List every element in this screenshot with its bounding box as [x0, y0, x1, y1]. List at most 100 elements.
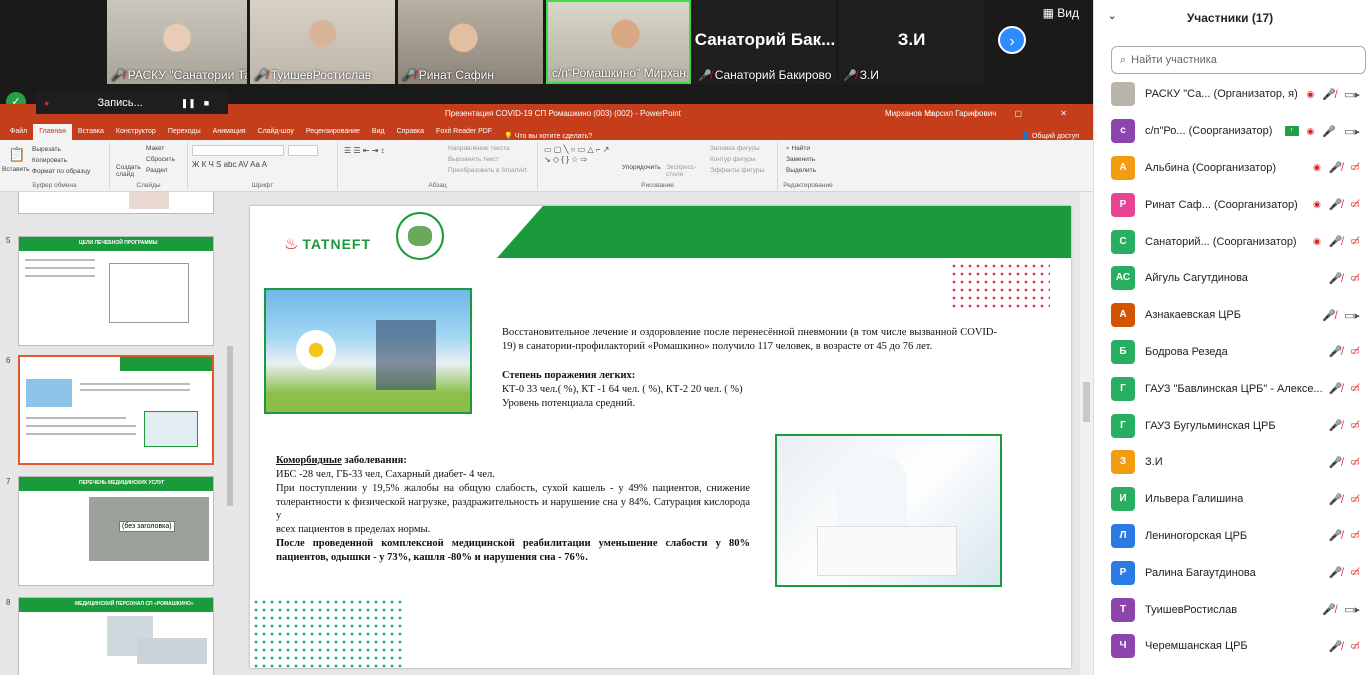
share-button[interactable]: 👤 Общий доступ [1021, 132, 1093, 140]
tab-view[interactable]: Вид [366, 124, 391, 140]
participant-row[interactable]: Р Ралина Багаутдинова 🎤̸ ▭̸ [1094, 554, 1366, 591]
align-text-button[interactable]: Выровнять текст [448, 156, 499, 163]
tab-insert[interactable]: Вставка [72, 124, 110, 140]
view-button[interactable]: ▦ Вид [1043, 6, 1079, 20]
video-off-icon[interactable]: ▭̸ [1351, 457, 1360, 468]
video-on-icon[interactable]: ▭▸ [1344, 88, 1360, 101]
section-button[interactable]: Раздел [146, 167, 167, 174]
tab-transitions[interactable]: Переходы [162, 124, 207, 140]
participant-row[interactable]: И Ильвера Галишина 🎤̸ ▭̸ [1094, 481, 1366, 518]
mic-muted-icon[interactable]: 🎤̸ [1329, 198, 1343, 211]
video-off-icon[interactable]: ▭̸ [1351, 530, 1360, 541]
mic-muted-icon[interactable]: 🎤̸ [1329, 161, 1343, 174]
quick-styles-button[interactable]: Экспресс-стили [666, 164, 700, 178]
video-off-icon[interactable]: ▭̸ [1351, 494, 1360, 505]
list-buttons[interactable]: ☰ ☰ ⇤ ⇥ ↕ [344, 146, 385, 155]
stop-icon[interactable]: ■ [204, 98, 209, 108]
mic-muted-icon[interactable]: 🎤̸ [1322, 603, 1336, 616]
slide-thumbnail[interactable]: МЕДИЦИНСКИЙ ПЕРСОНАЛ СП «РОМАШКИНО» [18, 597, 214, 675]
tab-foxit[interactable]: Foxit Reader PDF [430, 124, 498, 140]
participant-row[interactable]: А Альбина (Соорганизатор) ◉ 🎤̸ ▭̸ [1094, 150, 1366, 187]
mic-muted-icon[interactable]: 🎤̸ [1329, 456, 1343, 469]
tab-review[interactable]: Рецензирование [300, 124, 366, 140]
chevron-down-icon[interactable]: ⌄ [1108, 11, 1116, 22]
tab-design[interactable]: Конструктор [110, 124, 162, 140]
participant-row[interactable]: С Санаторий... (Соорганизатор) ◉ 🎤̸ ▭̸ [1094, 223, 1366, 260]
participant-row[interactable]: Б Бодрова Резеда 🎤̸ ▭̸ [1094, 334, 1366, 371]
search-input[interactable]: ⌕ Найти участника [1111, 46, 1366, 74]
shape-effects-button[interactable]: Эффекты фигуры [710, 167, 764, 174]
video-off-icon[interactable]: ▭̸ [1351, 199, 1360, 210]
mic-muted-icon[interactable]: 🎤̸ [1329, 566, 1343, 579]
tab-file[interactable]: Файл [4, 124, 33, 140]
video-off-icon[interactable]: ▭̸ [1351, 383, 1360, 394]
participant-row[interactable]: Р Ринат Саф... (Соорганизатор) ◉ 🎤̸ ▭̸ [1094, 186, 1366, 223]
video-on-icon[interactable]: ▭▸ [1344, 603, 1360, 616]
mic-muted-icon[interactable]: 🎤̸ [1329, 529, 1343, 542]
cut-button[interactable]: Вырезать [32, 146, 61, 153]
tab-help[interactable]: Справка [391, 124, 430, 140]
arrange-button[interactable]: Упорядочить [622, 164, 661, 171]
window-controls[interactable]: ▭ – ▢ ✕ [926, 109, 1085, 118]
mic-muted-icon[interactable]: 🎤̸ [1329, 382, 1343, 395]
tab-home[interactable]: Главная [33, 124, 72, 140]
shape-outline-button[interactable]: Контур фигуры [710, 156, 755, 163]
reset-button[interactable]: Сбросить [146, 156, 175, 163]
mic-muted-icon[interactable]: 🎤̸ [1329, 345, 1343, 358]
mic-muted-icon[interactable]: 🎤̸ [1329, 640, 1343, 653]
mic-muted-icon[interactable]: 🎤̸ [1322, 309, 1336, 322]
video-off-icon[interactable]: ▭̸ [1351, 641, 1360, 652]
participant-row[interactable]: Л Лениногорская ЦРБ 🎤̸ ▭̸ [1094, 518, 1366, 555]
video-tile[interactable]: Санаторий Бак... 🎤̸ Санаторий Бакирово [694, 0, 836, 84]
thumbnail-scrollbar[interactable] [226, 196, 234, 671]
font-family-select[interactable] [192, 145, 284, 156]
video-off-icon[interactable]: ▭̸ [1351, 567, 1360, 578]
find-button[interactable]: ⌕ Найти [786, 145, 810, 153]
video-tile-active-speaker[interactable]: с/п"Ромашкино" Мирхан... [546, 0, 691, 84]
text-direction-button[interactable]: Направление текста [448, 145, 510, 152]
smartart-button[interactable]: Преобразовать в SmartArt [448, 167, 527, 174]
video-off-icon[interactable]: ▭̸ [1351, 236, 1360, 247]
select-button[interactable]: Выделить [786, 167, 816, 174]
participant-row[interactable]: АС Айгуль Сагутдинова 🎤̸ ▭̸ [1094, 260, 1366, 297]
replace-button[interactable]: Заменить [786, 156, 815, 163]
video-tile[interactable]: З.И 🎤̸ З.И [839, 0, 984, 84]
video-on-icon[interactable]: ▭▸ [1344, 125, 1360, 138]
participant-row[interactable]: РАСКУ "Са... (Организатор, я) ◉ 🎤̸ ▭▸ [1094, 76, 1366, 113]
format-painter-button[interactable]: Формат по образцу [32, 168, 90, 175]
shapes-gallery[interactable]: ▭ ▢ ╲ ○ ▭ △ ⌐ ↗ ↘ ◇ { } ☆ ⇨ [544, 145, 614, 165]
video-tile[interactable]: 🎤̸ Ринат Сафин [398, 0, 543, 84]
new-slide-button[interactable]: Создать слайд [116, 164, 142, 178]
video-off-icon[interactable]: ▭̸ [1351, 162, 1360, 173]
pause-icon[interactable]: ❚❚ [181, 98, 196, 109]
mic-muted-icon[interactable]: 🎤̸ [1322, 88, 1336, 101]
copy-button[interactable]: Копировать [32, 157, 67, 164]
slide-thumbnail-selected[interactable] [18, 355, 214, 465]
video-tile[interactable]: 🎤̸РАСКУ "Санатории Та... [107, 0, 247, 84]
layout-button[interactable]: Макет [146, 145, 164, 152]
participant-row[interactable]: Т ТуишевРостислав 🎤̸ ▭▸ [1094, 591, 1366, 628]
tell-me-input[interactable]: 💡 Что вы хотите сделать? [504, 132, 592, 140]
video-on-icon[interactable]: ▭▸ [1344, 309, 1360, 322]
video-off-icon[interactable]: ▭̸ [1351, 346, 1360, 357]
mic-muted-icon[interactable]: 🎤̸ [1329, 493, 1343, 506]
paste-button[interactable]: Вставить [2, 166, 30, 173]
participant-row[interactable]: Г ГАУЗ Бугульминская ЦРБ 🎤̸ ▭̸ [1094, 407, 1366, 444]
participant-row[interactable]: З З.И 🎤̸ ▭̸ [1094, 444, 1366, 481]
mic-muted-icon[interactable]: 🎤̸ [1329, 272, 1343, 285]
participant-row[interactable]: Ч Черемшанская ЦРБ 🎤̸ ▭̸ [1094, 628, 1366, 665]
shape-fill-button[interactable]: Заливка фигуры [710, 145, 760, 152]
participant-row[interactable]: с с/п"Ро... (Соорганизатор) ↑ ◉ 🎤 ▭▸ [1094, 113, 1366, 150]
slide-thumbnail[interactable]: ПЕРЕЧЕНЬ МЕДИЦИНСКИХ УСЛУГ (без заголовк… [18, 476, 214, 586]
next-page-button[interactable]: › [998, 26, 1026, 54]
tab-slideshow[interactable]: Слайд-шоу [252, 124, 300, 140]
video-off-icon[interactable]: ▭̸ [1351, 273, 1360, 284]
slide-thumbnail[interactable]: ЦЕЛИ ЛЕЧЕБНОЙ ПРОГРАММЫ [18, 236, 214, 346]
mic-on-icon[interactable]: 🎤 [1322, 125, 1336, 138]
mic-muted-icon[interactable]: 🎤̸ [1329, 235, 1343, 248]
font-format-buttons[interactable]: Ж К Ч S abc AV Aa A [192, 160, 267, 169]
font-size-select[interactable] [288, 145, 318, 156]
participant-row[interactable]: Г ГАУЗ "Бавлинская ЦРБ" - Алексе... 🎤̸ ▭̸ [1094, 370, 1366, 407]
mic-muted-icon[interactable]: 🎤̸ [1329, 419, 1343, 432]
video-off-icon[interactable]: ▭̸ [1351, 420, 1360, 431]
